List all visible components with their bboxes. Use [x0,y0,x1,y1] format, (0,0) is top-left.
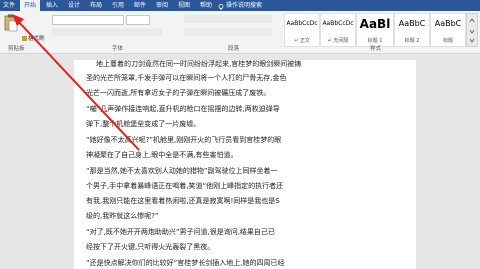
annotation-arrow [12,14,140,151]
